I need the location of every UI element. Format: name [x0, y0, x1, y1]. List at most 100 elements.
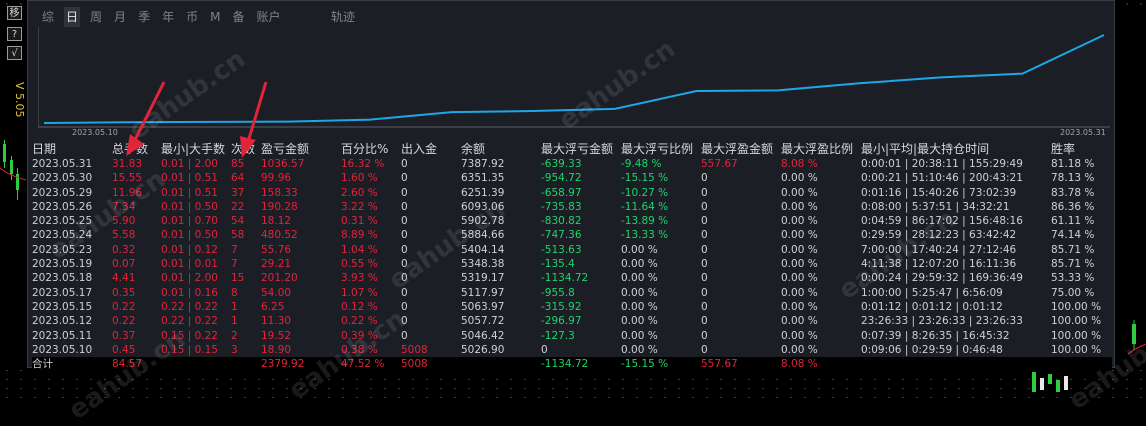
column-header[interactable]: 最大浮盈比例: [781, 141, 853, 157]
column-header[interactable]: 盈亏金额: [261, 141, 309, 157]
table-cell: 0:09:06 | 0:29:59 | 0:46:48: [861, 343, 1003, 356]
table-cell: -1134.72: [541, 272, 589, 285]
table-row[interactable]: 2023.05.17 0.35 0.01 | 0.16 8 54.00 1.07 % 0 51…: [32, 286, 1112, 300]
tab-currency[interactable]: 币: [184, 7, 200, 27]
table-cell: 1036.57: [261, 158, 305, 170]
table-row[interactable]: 2023.05.23 0.32 0.01 | 0.12 7 55.76 1.04 % 0 54…: [32, 243, 1112, 257]
table-header: 日期 总手数 最小|大手数 次数 盈亏金额 百分比% 出入金 余额 最大浮亏金额 最大浮亏比例 最大…: [32, 141, 1112, 157]
column-header[interactable]: 百分比%: [341, 141, 388, 157]
table-cell: 2023.05.30: [32, 172, 93, 185]
tab-account[interactable]: 账户: [254, 7, 282, 27]
table-cell: -9.48 %: [621, 158, 662, 170]
table-cell: 0: [701, 215, 708, 228]
version-label: V 5.05: [13, 82, 26, 118]
table-cell: 0: [401, 172, 408, 185]
column-header[interactable]: 最大浮亏金额: [541, 141, 613, 157]
table-cell: 61.11 %: [1051, 215, 1095, 228]
table-row[interactable]: 2023.05.31 31.83 0.01 | 2.00 85 1036.57 16.32…: [32, 157, 1112, 171]
table-cell: 29.21: [261, 258, 292, 271]
table-cell: 18.12: [261, 215, 292, 228]
table-cell: 0: [401, 286, 408, 299]
tab-track[interactable]: 轨迹: [331, 7, 355, 27]
total-cell: 5008: [401, 358, 428, 371]
table-cell: 55.76: [261, 243, 292, 256]
move-button[interactable]: 移: [7, 6, 22, 20]
table-row[interactable]: 2023.05.25 5.90 0.01 | 0.70 54 18.12 0.31 % 0 5…: [32, 214, 1112, 228]
table-row[interactable]: 2023.05.19 0.07 0.01 | 0.01 7 29.21 0.55 % 0 53…: [32, 257, 1112, 271]
table-cell: 0: [401, 258, 408, 271]
table-cell: 0.15 | 0.22: [161, 329, 218, 342]
total-cell: 2379.92: [261, 358, 305, 371]
table-row[interactable]: 2023.05.11 0.37 0.15 | 0.22 2 19.52 0.39 % 0 50…: [32, 329, 1112, 343]
table-cell: 31.83: [112, 158, 143, 170]
table-cell: 6.25: [261, 300, 285, 313]
table-cell: 1.60 %: [341, 172, 378, 185]
tab-year[interactable]: 年: [160, 7, 176, 27]
table-cell: 0: [701, 329, 708, 342]
table-cell: 5008: [401, 343, 428, 356]
table-cell: 0: [541, 343, 548, 356]
column-header[interactable]: 最小|大手数: [161, 141, 225, 157]
table-cell: 0:29:59 | 28:12:23 | 63:42:42: [861, 229, 1017, 242]
table-cell: 0: [701, 300, 708, 313]
table-cell: 2: [231, 329, 238, 342]
tab-month[interactable]: 月: [112, 7, 128, 27]
table-cell: 0.00 %: [621, 272, 658, 285]
table-cell: -13.89 %: [621, 215, 669, 228]
table-row[interactable]: 2023.05.15 0.22 0.22 | 0.22 1 6.25 0.12 % 0 506…: [32, 300, 1112, 314]
tab-overview[interactable]: 综: [40, 7, 56, 27]
table-cell: 0.00 %: [781, 243, 818, 256]
tab-m[interactable]: M: [208, 7, 222, 27]
table-cell: 54.00: [261, 286, 292, 299]
table-cell: -830.82: [541, 215, 582, 228]
tab-quarter[interactable]: 季: [136, 7, 152, 27]
table-cell: 58: [231, 229, 245, 242]
table-cell: 0.00 %: [781, 186, 818, 199]
table-row[interactable]: 2023.05.24 5.58 0.01 | 0.50 58 480.52 8.89 % 0…: [32, 228, 1112, 242]
table-cell: 158.33: [261, 186, 298, 199]
table-cell: 7: [231, 258, 238, 271]
tab-day[interactable]: 日: [64, 7, 81, 27]
check-button[interactable]: √: [7, 46, 22, 60]
total-cell: 47.52 %: [341, 358, 385, 371]
total-cell: 84.57: [112, 358, 143, 371]
column-header[interactable]: 最大浮盈金额: [701, 141, 773, 157]
table-cell: 0:01:16 | 15:40:26 | 73:02:39: [861, 186, 1017, 199]
help-button[interactable]: ?: [7, 27, 22, 41]
column-header[interactable]: 余额: [461, 141, 485, 157]
column-header[interactable]: 次数: [231, 141, 255, 157]
column-header[interactable]: 最小|平均|最大持仓时间: [861, 141, 989, 157]
table-cell: 22: [231, 200, 245, 213]
table-row[interactable]: 2023.05.18 4.41 0.01 | 2.00 15 201.20 3.93 % 0…: [32, 271, 1112, 285]
table-cell: -639.33: [541, 158, 582, 170]
table-cell: 0.00 %: [621, 315, 658, 328]
table-row[interactable]: 2023.05.10 0.45 0.15 | 0.15 3 18.90 0.38 % 500…: [32, 343, 1112, 357]
table-cell: 0: [401, 300, 408, 313]
table-cell: -954.72: [541, 172, 582, 185]
table-cell: 0.00 %: [621, 343, 658, 356]
tab-week[interactable]: 周: [88, 7, 104, 27]
column-header[interactable]: 出入金: [401, 141, 437, 157]
column-header[interactable]: 最大浮亏比例: [621, 141, 693, 157]
table-cell: 86.36 %: [1051, 200, 1095, 213]
table-row[interactable]: 2023.05.12 0.22 0.22 | 0.22 1 11.30 0.22 % 0 50…: [32, 314, 1112, 328]
column-header[interactable]: 总手数: [112, 141, 148, 157]
table-cell: 0.01 | 0.01: [161, 258, 218, 271]
table-cell: 2023.05.29: [32, 186, 93, 199]
column-header[interactable]: 日期: [32, 141, 56, 157]
table-cell: 0: [401, 186, 408, 199]
column-header[interactable]: 胜率: [1051, 141, 1075, 157]
total-cell: 557.67: [701, 358, 738, 371]
table-row[interactable]: 2023.05.29 11.96 0.01 | 0.51 37 158.33 2.60 %…: [32, 186, 1112, 200]
table-cell: 0.22 %: [341, 315, 378, 328]
tab-notes[interactable]: 备: [230, 7, 246, 27]
table-cell: 0: [401, 200, 408, 213]
table-row[interactable]: 2023.05.26 7.34 0.01 | 0.50 22 190.28 3.22 % 0…: [32, 200, 1112, 214]
table-cell: 11.30: [261, 315, 292, 328]
table-cell: 0:01:12 | 0:01:12 | 0:01:12: [861, 300, 1003, 313]
table-cell: 2023.05.31: [32, 158, 93, 170]
table-cell: 5902.78: [461, 215, 505, 228]
table-row[interactable]: 2023.05.30 15.55 0.01 | 0.51 64 99.96 1.60 % 0…: [32, 171, 1112, 185]
table-cell: -296.97: [541, 315, 582, 328]
table-cell: 1:00:00 | 5:25:47 | 6:56:09: [861, 286, 1003, 299]
